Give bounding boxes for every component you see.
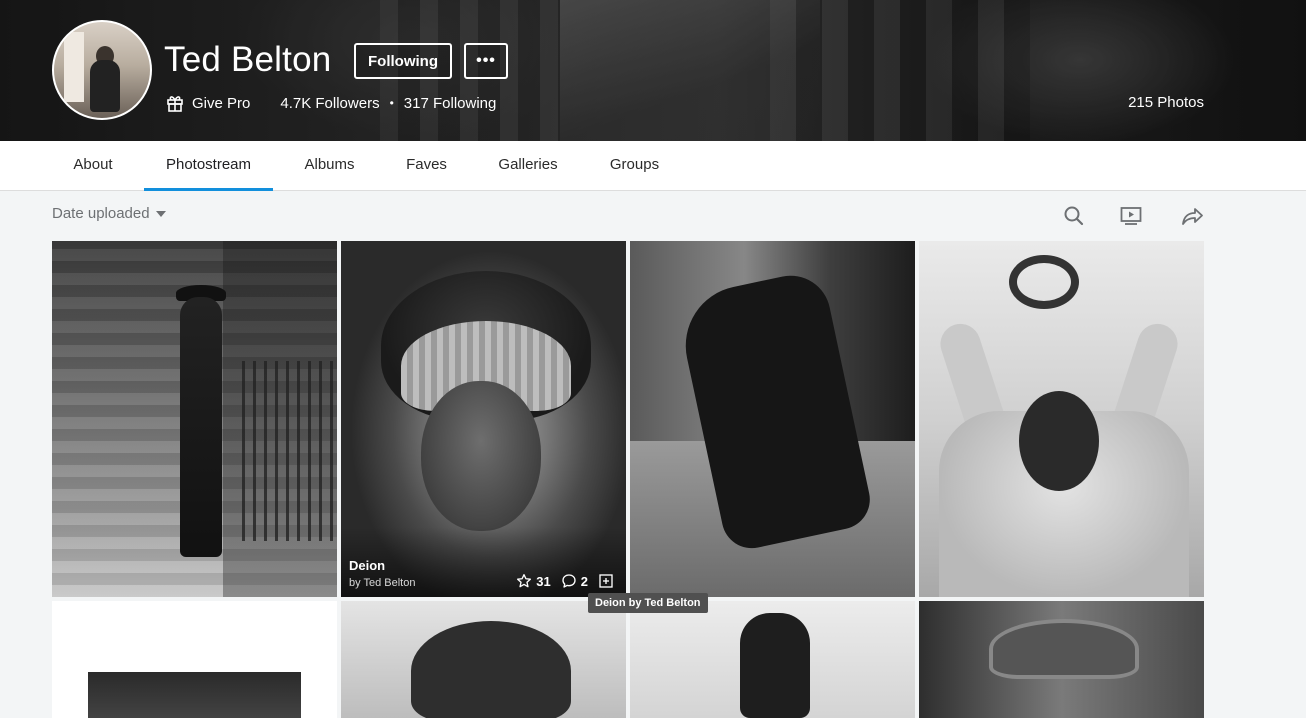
profile-tabs: About Photostream Albums Faves Galleries… (0, 141, 1306, 191)
profile-cover: Ted Belton Following ••• Give Pro 4.7K F… (0, 0, 1306, 141)
gift-icon[interactable] (166, 94, 184, 112)
slideshow-icon[interactable] (1119, 204, 1143, 228)
give-pro-link[interactable]: Give Pro (192, 95, 250, 112)
comment-button[interactable]: 2 (561, 573, 588, 589)
add-to-gallery-button[interactable] (598, 573, 618, 589)
tab-galleries[interactable]: Galleries (477, 141, 579, 191)
profile-stats: Give Pro 4.7K Followers • 317 Following (166, 93, 496, 113)
comment-icon (562, 574, 576, 588)
photo-tile-deion[interactable]: Deion by Ted Belton 31 2 (341, 241, 626, 597)
photo-tile[interactable] (630, 241, 915, 597)
tab-about[interactable]: About (52, 141, 134, 191)
following-button[interactable]: Following (354, 43, 452, 79)
comment-count: 2 (580, 573, 588, 589)
more-options-button[interactable]: ••• (464, 43, 508, 79)
star-icon (517, 574, 532, 588)
photo-tile[interactable] (630, 601, 915, 718)
photo-count: 215 Photos (1128, 94, 1204, 111)
photo-tile[interactable] (52, 601, 337, 718)
search-icon[interactable] (1062, 204, 1086, 228)
photo-tooltip: Deion by Ted Belton (588, 593, 708, 613)
caret-down-icon (155, 210, 166, 217)
photo-tile[interactable] (52, 241, 337, 597)
fave-count: 31 (536, 573, 551, 589)
tab-photostream[interactable]: Photostream (144, 141, 273, 191)
stats-separator: • (389, 96, 394, 110)
photo-byline[interactable]: by Ted Belton (349, 577, 415, 589)
profile-name: Ted Belton (164, 40, 332, 79)
followers-link[interactable]: 4.7K Followers (280, 95, 379, 112)
share-icon[interactable] (1180, 204, 1204, 228)
following-link[interactable]: 317 Following (404, 95, 497, 112)
tab-faves[interactable]: Faves (386, 141, 467, 191)
sort-label: Date uploaded (52, 205, 150, 222)
tab-groups[interactable]: Groups (589, 141, 680, 191)
photo-tile[interactable] (919, 601, 1204, 718)
photo-title[interactable]: Deion (349, 558, 385, 573)
avatar[interactable] (52, 20, 152, 120)
sort-dropdown[interactable]: Date uploaded (52, 205, 166, 222)
fave-button[interactable]: 31 (516, 573, 551, 589)
photo-stats: 31 2 (506, 573, 618, 589)
photo-tile[interactable] (919, 241, 1204, 597)
photo-tile[interactable] (341, 601, 626, 718)
add-to-gallery-icon (599, 574, 613, 588)
tab-albums[interactable]: Albums (283, 141, 376, 191)
